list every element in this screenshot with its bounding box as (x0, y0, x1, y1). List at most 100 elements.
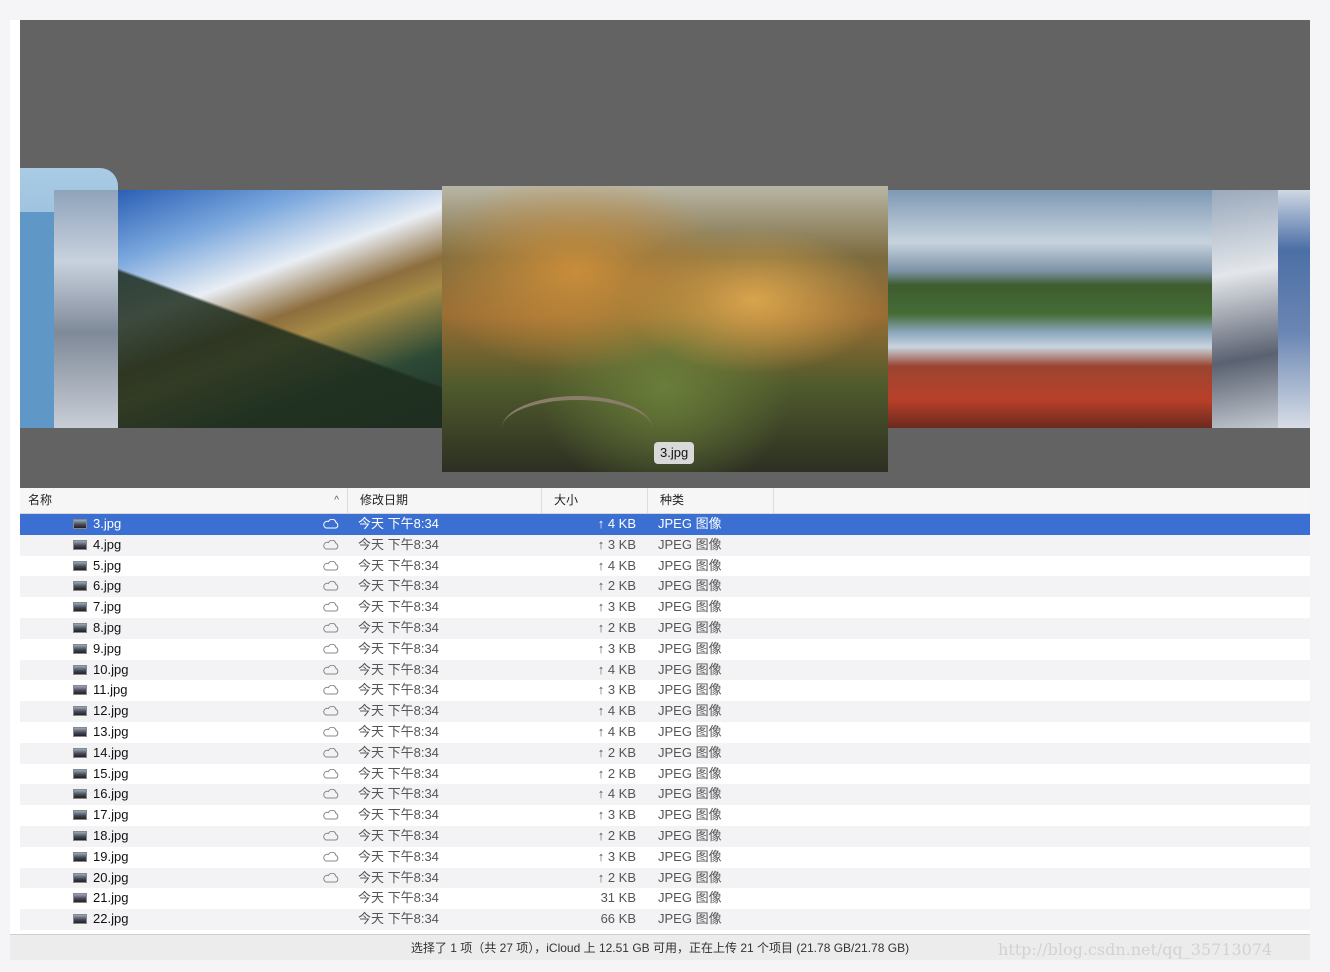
image-thumbnail-icon (73, 622, 87, 633)
file-size: 66 KB (600, 911, 636, 927)
file-row[interactable]: 17.jpg 今天 下午8:34 ↑ 3 KB JPEG 图像 (20, 805, 1310, 826)
sort-ascending-icon: ^ (334, 495, 339, 506)
file-row[interactable]: 19.jpg 今天 下午8:34 ↑ 3 KB JPEG 图像 (20, 847, 1310, 868)
file-row[interactable]: 18.jpg 今天 下午8:34 ↑ 2 KB JPEG 图像 (20, 825, 1310, 847)
file-size: ↑ 2 KB (597, 744, 636, 760)
file-size: ↑ 3 KB (597, 536, 636, 552)
file-date: 今天 下午8:34 (358, 557, 439, 573)
file-kind: JPEG 图像 (658, 890, 722, 906)
file-kind: JPEG 图像 (658, 619, 722, 635)
file-row[interactable]: 12.jpg 今天 下午8:34 ↑ 4 KB JPEG 图像 (20, 701, 1310, 722)
cover-flow-caption: 3.jpg (654, 442, 695, 464)
file-date: 今天 下午8:34 (358, 619, 439, 635)
file-kind: JPEG 图像 (658, 765, 722, 781)
list-header: 名称 ^ 修改日期 大小 种类 (20, 488, 1310, 514)
icloud-icon (323, 872, 339, 883)
image-thumbnail-icon (73, 789, 87, 800)
image-thumbnail-icon (73, 664, 87, 675)
file-size: ↑ 2 KB (597, 578, 636, 594)
file-kind: JPEG 图像 (658, 640, 722, 656)
file-name: 20.jpg (93, 869, 129, 885)
file-kind: JPEG 图像 (658, 536, 722, 552)
file-row[interactable]: 11.jpg 今天 下午8:34 ↑ 3 KB JPEG 图像 (20, 680, 1310, 701)
file-row[interactable]: 20.jpg 今天 下午8:34 ↑ 2 KB JPEG 图像 (20, 867, 1310, 889)
file-row[interactable]: 7.jpg 今天 下午8:34 ↑ 3 KB JPEG 图像 (20, 597, 1310, 618)
cover-image-mountain[interactable] (118, 190, 442, 428)
image-thumbnail-icon (73, 539, 87, 550)
file-kind: JPEG 图像 (658, 661, 722, 677)
image-thumbnail-icon (73, 851, 87, 862)
image-thumbnail-icon (73, 581, 87, 592)
file-size: ↑ 3 KB (597, 682, 636, 698)
file-row[interactable]: 4.jpg 今天 下午8:34 ↑ 3 KB JPEG 图像 (20, 534, 1310, 556)
file-kind: JPEG 图像 (658, 557, 722, 573)
cover-image-edge[interactable] (1278, 190, 1310, 428)
file-name: 16.jpg (93, 786, 129, 802)
icloud-icon (323, 664, 339, 675)
cover-image-river-rocks[interactable] (888, 190, 1212, 428)
cover-flow-view[interactable]: 3.jpg (20, 20, 1310, 488)
cover-image-snow-peak[interactable] (1212, 190, 1278, 428)
file-size: ↑ 2 KB (597, 827, 636, 843)
icloud-icon (323, 685, 339, 695)
file-date: 今天 下午8:34 (358, 744, 439, 760)
image-thumbnail-icon (73, 914, 87, 925)
file-date: 今天 下午8:34 (358, 516, 439, 531)
file-date: 今天 下午8:34 (358, 848, 439, 864)
file-row[interactable]: 5.jpg 今天 下午8:34 ↑ 4 KB JPEG 图像 (20, 556, 1310, 577)
icloud-icon (323, 602, 339, 612)
file-row[interactable]: 21.jpg 今天 下午8:34 31 KB JPEG 图像 (20, 888, 1310, 909)
file-row[interactable]: 3.jpg 今天 下午8:34 ↑ 4 KB JPEG 图像 (20, 514, 1310, 535)
finder-window: 3.jpg 名称 ^ 修改日期 大小 种类 3.jpg 今天 下午8:34 ↑ … (10, 20, 1310, 960)
file-size: ↑ 2 KB (597, 619, 636, 635)
icloud-icon (323, 581, 339, 591)
icloud-icon (323, 789, 339, 799)
icloud-icon (323, 706, 339, 716)
file-row[interactable]: 13.jpg 今天 下午8:34 ↑ 4 KB JPEG 图像 (20, 722, 1310, 743)
file-size: ↑ 4 KB (597, 557, 636, 573)
watermark: http://blog.csdn.net/qq_35713074 (998, 940, 1273, 959)
column-header-name[interactable]: 名称 ^ (20, 488, 348, 513)
file-size: ↑ 3 KB (597, 848, 636, 864)
image-thumbnail-icon (73, 747, 87, 758)
file-name: 9.jpg (93, 640, 122, 656)
column-header-kind[interactable]: 种类 (648, 488, 774, 513)
file-date: 今天 下午8:34 (358, 869, 439, 885)
file-kind: JPEG 图像 (658, 723, 722, 739)
file-row[interactable]: 9.jpg 今天 下午8:34 ↑ 3 KB JPEG 图像 (20, 639, 1310, 660)
column-header-size[interactable]: 大小 (542, 488, 648, 513)
file-row[interactable]: 22.jpg 今天 下午8:34 66 KB JPEG 图像 (20, 909, 1310, 930)
file-row[interactable]: 6.jpg 今天 下午8:34 ↑ 2 KB JPEG 图像 (20, 576, 1310, 598)
image-thumbnail-icon (73, 685, 87, 696)
column-header-date[interactable]: 修改日期 (348, 488, 542, 513)
icloud-icon (323, 519, 339, 529)
file-row[interactable]: 14.jpg 今天 下午8:34 ↑ 2 KB JPEG 图像 (20, 742, 1310, 764)
file-date: 今天 下午8:34 (358, 765, 439, 781)
file-kind: JPEG 图像 (658, 703, 722, 719)
image-thumbnail-icon (73, 872, 87, 883)
file-date: 今天 下午8:34 (358, 703, 439, 719)
image-thumbnail-icon (73, 726, 87, 737)
image-thumbnail-icon (73, 893, 87, 904)
file-row[interactable]: 16.jpg 今天 下午8:34 ↑ 4 KB JPEG 图像 (20, 784, 1310, 806)
icloud-icon (323, 539, 339, 550)
file-row[interactable]: 10.jpg 今天 下午8:34 ↑ 4 KB JPEG 图像 (20, 659, 1310, 681)
file-size: ↑ 4 KB (597, 786, 636, 802)
image-thumbnail-icon (73, 560, 87, 571)
icloud-icon (323, 560, 339, 571)
file-kind: JPEG 图像 (658, 807, 722, 823)
file-size: ↑ 2 KB (597, 765, 636, 781)
file-date: 今天 下午8:34 (358, 890, 439, 906)
file-name: 15.jpg (93, 765, 129, 781)
cover-image-forest-bridge[interactable] (442, 186, 888, 472)
file-row[interactable]: 15.jpg 今天 下午8:34 ↑ 2 KB JPEG 图像 (20, 764, 1310, 785)
file-date: 今天 下午8:34 (358, 536, 439, 552)
file-list: 3.jpg 今天 下午8:34 ↑ 4 KB JPEG 图像 4.jpg 今天 … (20, 514, 1310, 930)
file-name: 14.jpg (93, 744, 129, 760)
file-kind: JPEG 图像 (658, 599, 722, 615)
cover-image-snow-tree[interactable] (54, 190, 120, 428)
file-row[interactable]: 8.jpg 今天 下午8:34 ↑ 2 KB JPEG 图像 (20, 617, 1310, 639)
icloud-icon (323, 726, 339, 737)
file-size: 31 KB (600, 890, 636, 906)
file-date: 今天 下午8:34 (358, 827, 439, 843)
